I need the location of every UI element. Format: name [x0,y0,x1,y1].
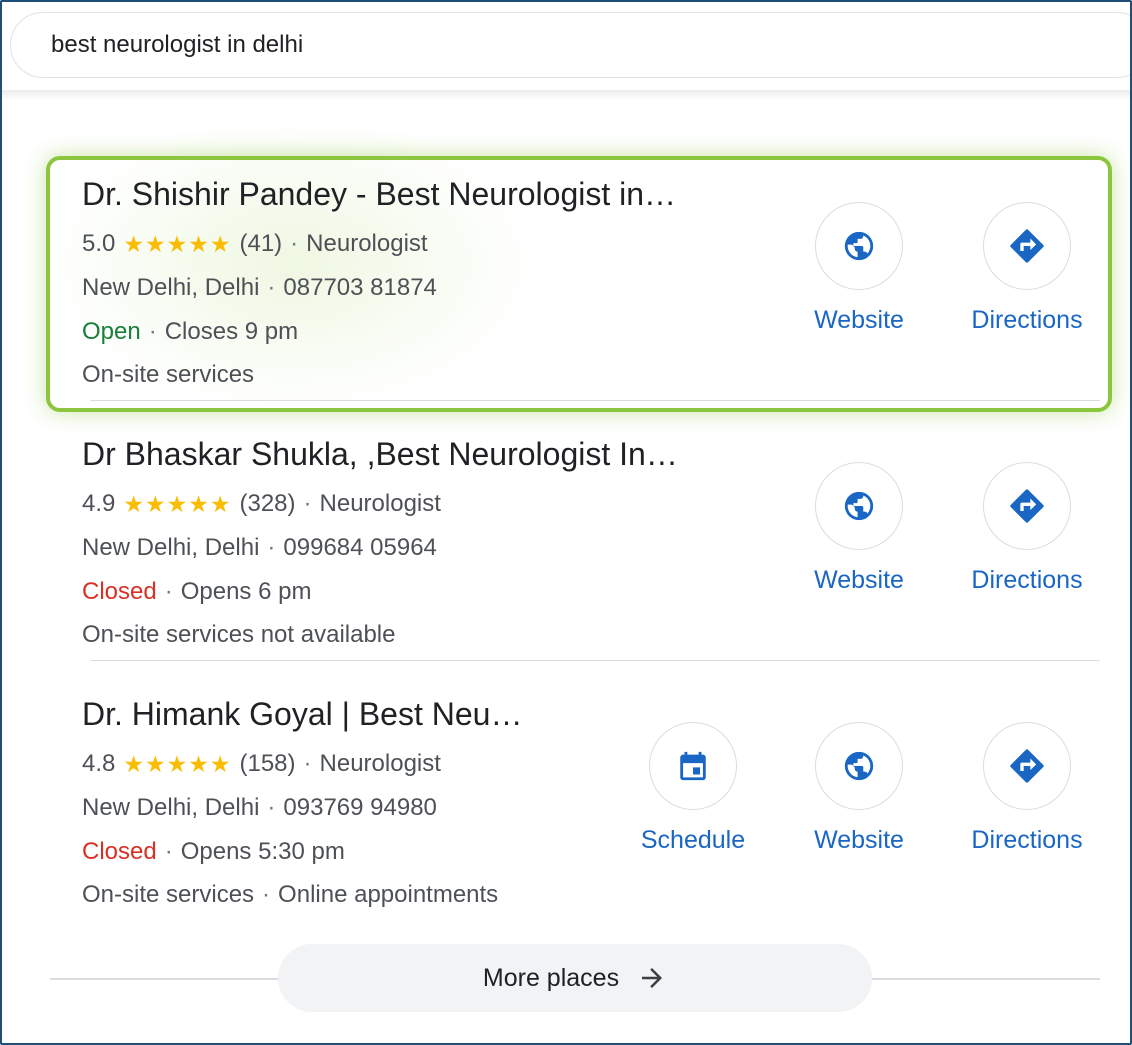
result-name[interactable]: Dr. Himank Goyal | Best Neu… [82,696,522,733]
more-places-button[interactable]: More places [278,944,872,1012]
services-row: On-site services [82,361,254,389]
globe-icon [844,231,874,261]
separator-dot: · [303,750,312,777]
directions-label[interactable]: Directions [971,826,1082,855]
star-rating-icon: ★★★★★ [123,750,232,777]
more-places-line-right [870,978,1100,980]
separator-dot: · [267,534,276,561]
separator-dot: · [267,274,276,301]
directions-button[interactable]: Directions [957,202,1097,335]
star-rating-icon: ★★★★★ [123,230,232,257]
services: On-site services [82,881,255,908]
services: On-site services [82,361,255,388]
category: Neurologist [319,750,441,777]
rating-value: 4.9 [82,490,116,517]
category: Neurologist [319,490,441,517]
directions-label[interactable]: Directions [971,306,1082,335]
category: Neurologist [306,230,428,257]
result-card[interactable]: Dr. Himank Goyal | Best Neu… 4.8 ★★★★★ (… [82,682,1102,940]
website-circle[interactable] [815,722,903,810]
directions-icon [1010,229,1044,263]
separator-dot: · [267,794,276,821]
phone-number: 093769 94980 [283,794,437,821]
directions-icon [1010,749,1044,783]
separator-dot: · [148,318,157,345]
website-circle[interactable] [815,462,903,550]
website-label[interactable]: Website [814,826,904,855]
separator-dot: · [290,230,299,257]
website-button[interactable]: Website [789,202,929,335]
hours-row: Open · Closes 9 pm [82,318,298,346]
directions-button[interactable]: Directions [957,722,1097,855]
result-name[interactable]: Dr. Shishir Pandey - Best Neurologist in… [82,176,676,213]
more-places-label[interactable]: More places [483,964,619,993]
schedule-label[interactable]: Schedule [641,826,745,855]
more-places-line-left [50,978,280,980]
rating-value: 5.0 [82,230,116,257]
website-label[interactable]: Website [814,566,904,595]
phone-number: 087703 81874 [283,274,437,301]
schedule-circle[interactable] [649,722,737,810]
location: New Delhi, Delhi [82,794,260,821]
result-divider [90,400,1100,401]
address-row: New Delhi, Delhi · 099684 05964 [82,534,437,562]
review-count[interactable]: (328) [239,490,295,518]
hours: Opens 6 pm [180,578,312,605]
review-count[interactable]: (158) [239,750,295,778]
rating-value: 4.8 [82,750,116,777]
hours-row: Closed · Opens 6 pm [82,578,311,606]
services-row: On-site services not available [82,621,395,649]
directions-button[interactable]: Directions [957,462,1097,595]
rating-row: 4.9 ★★★★★ (328) · Neurologist [82,490,441,518]
location: New Delhi, Delhi [82,534,260,561]
hours: Opens 5:30 pm [180,838,345,865]
result-card[interactable]: Dr Bhaskar Shukla, ,Best Neurologist In…… [82,422,1102,680]
schedule-button[interactable]: Schedule [623,722,763,855]
directions-circle[interactable] [983,202,1071,290]
website-button[interactable]: Website [789,722,929,855]
location: New Delhi, Delhi [82,274,260,301]
website-label[interactable]: Website [814,306,904,335]
star-rating-icon: ★★★★★ [123,490,232,517]
phone-number: 099684 05964 [283,534,437,561]
separator-dot: · [303,490,312,517]
website-button[interactable]: Website [789,462,929,595]
rating-row: 4.8 ★★★★★ (158) · Neurologist [82,750,441,778]
search-bar[interactable] [10,12,1130,78]
website-circle[interactable] [815,202,903,290]
hours-row: Closed · Opens 5:30 pm [82,838,345,866]
separator-dot: · [164,838,173,865]
hours: Closes 9 pm [164,318,299,345]
results-frame: Dr. Shishir Pandey - Best Neurologist in… [0,0,1132,1045]
header-shadow [2,90,1130,100]
rating-row: 5.0 ★★★★★ (41) · Neurologist [82,230,428,258]
globe-icon [844,751,874,781]
result-card[interactable]: Dr. Shishir Pandey - Best Neurologist in… [82,162,1102,420]
directions-icon [1010,489,1044,523]
search-input[interactable] [51,31,851,59]
closed-status: Closed [82,578,157,605]
address-row: New Delhi, Delhi · 093769 94980 [82,794,437,822]
services: On-site services not available [82,621,396,648]
closed-status: Closed [82,838,157,865]
address-row: New Delhi, Delhi · 087703 81874 [82,274,437,302]
separator-dot: · [164,578,173,605]
review-count[interactable]: (41) [239,230,282,258]
services-extra: Online appointments [278,881,499,908]
separator-dot: · [262,881,271,908]
result-divider [90,660,1100,661]
result-name[interactable]: Dr Bhaskar Shukla, ,Best Neurologist In… [82,436,678,473]
open-status: Open [82,318,141,345]
arrow-right-icon [642,968,663,988]
calendar-icon [680,751,706,781]
services-row: On-site services · Online appointments [82,881,498,909]
directions-label[interactable]: Directions [971,566,1082,595]
directions-circle[interactable] [983,722,1071,810]
globe-icon [844,491,874,521]
directions-circle[interactable] [983,462,1071,550]
